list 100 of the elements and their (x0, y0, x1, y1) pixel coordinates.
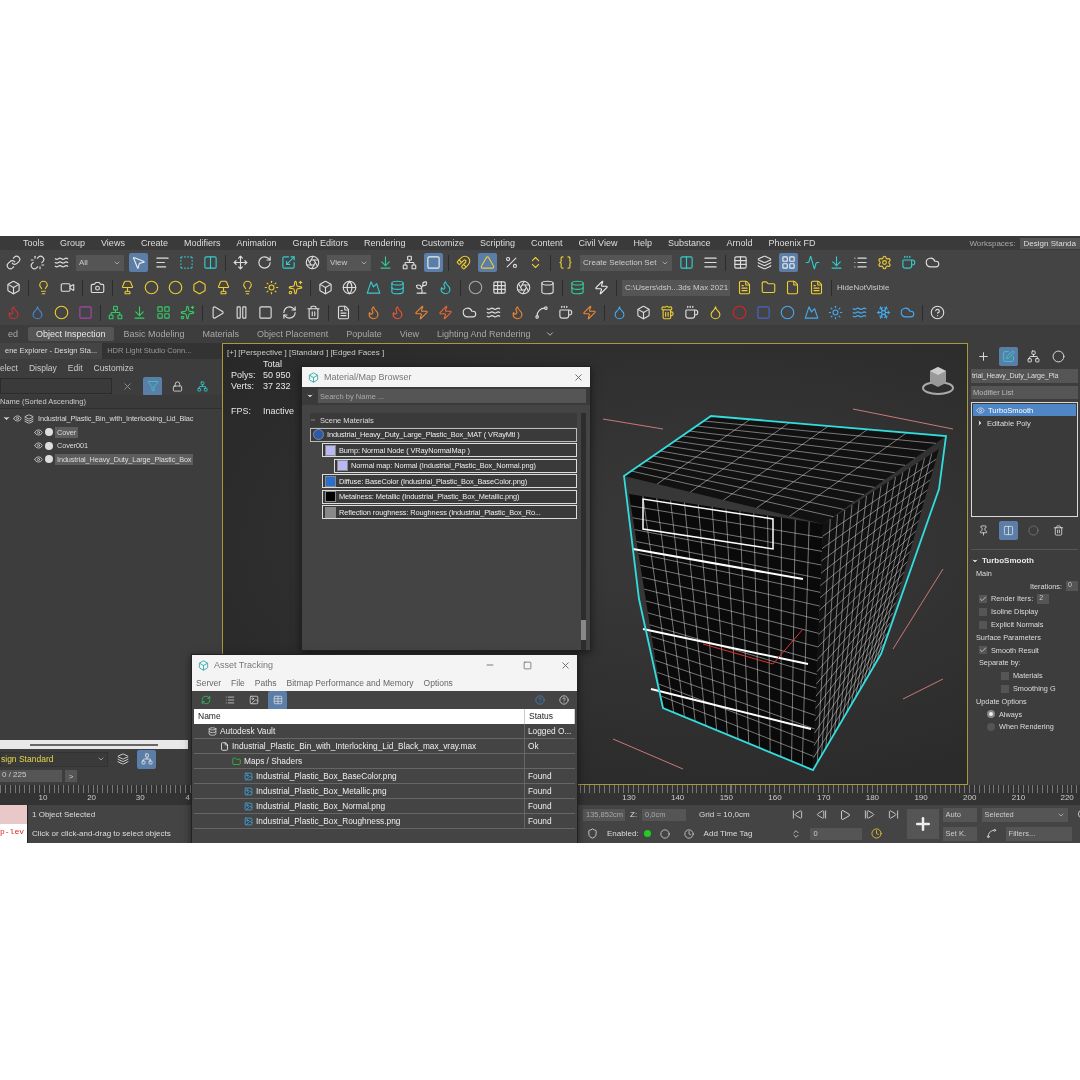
sphere-outline-icon[interactable] (466, 278, 485, 297)
dropdown[interactable]: Create Selection Set (580, 254, 672, 271)
table-icon[interactable] (731, 253, 750, 272)
stop-icon[interactable] (256, 303, 275, 322)
menu-item[interactable]: Arnold (718, 238, 761, 248)
server-icon[interactable] (568, 278, 587, 297)
menu-item[interactable]: Group (52, 238, 94, 248)
mountain-icon[interactable] (364, 278, 383, 297)
dashed-square-icon[interactable] (177, 253, 196, 272)
menu-item[interactable]: Display (28, 363, 62, 373)
scrollbar[interactable] (581, 413, 586, 650)
menu-item[interactable]: Animation (228, 238, 285, 248)
modify-icon[interactable] (999, 346, 1018, 366)
workspace-dropdown[interactable]: Design Standa (1019, 237, 1080, 249)
radio-button[interactable] (987, 722, 995, 731)
checkbox[interactable] (979, 607, 987, 616)
ribbon-tab[interactable]: Object Placement (249, 327, 337, 341)
hierarchy-icon[interactable] (400, 253, 419, 272)
menu-item[interactable]: File (231, 678, 245, 688)
menu-item[interactable]: Views (93, 238, 133, 248)
hierarchy-icon[interactable] (137, 749, 156, 769)
ribbon-tab[interactable]: ed (0, 327, 26, 341)
show-result-icon[interactable] (999, 520, 1018, 540)
column-header[interactable]: Status (525, 709, 575, 724)
nodes-icon[interactable] (106, 303, 125, 322)
coffee-icon[interactable] (682, 303, 701, 322)
burst-icon[interactable] (178, 303, 197, 322)
cube-icon[interactable] (316, 278, 335, 297)
sphere-icon[interactable] (166, 278, 185, 297)
globe-icon[interactable] (340, 278, 359, 297)
gear-icon[interactable] (875, 253, 894, 272)
menu-item[interactable]: Modifiers (175, 238, 229, 248)
quad-icon[interactable] (154, 303, 173, 322)
menu-item[interactable]: Civil View (570, 238, 626, 248)
maxscript-listener[interactable]: p-lev (0, 805, 28, 843)
ribbon-tab[interactable]: Basic Modeling (115, 327, 193, 341)
rollout-title[interactable]: TurboSmooth (971, 554, 1078, 567)
checkbox[interactable] (979, 646, 987, 655)
trail-icon[interactable] (532, 303, 551, 322)
script-button[interactable]: HideNotVisible (837, 283, 890, 292)
checkbox[interactable] (979, 620, 987, 629)
columns-icon[interactable] (201, 253, 220, 272)
radio-button[interactable] (987, 710, 995, 719)
scale-icon[interactable] (279, 253, 298, 272)
grid-icon[interactable] (779, 253, 798, 272)
close-icon[interactable] (573, 371, 584, 383)
menu-item[interactable]: Create (132, 238, 176, 248)
link-icon[interactable] (4, 253, 23, 272)
menu-item[interactable]: Options (423, 678, 453, 688)
cylinder-icon[interactable] (538, 278, 557, 297)
scrollbar[interactable] (0, 740, 188, 749)
help-icon[interactable] (928, 303, 947, 322)
menu-item[interactable]: Bitmap Performance and Memory (286, 678, 414, 688)
eye-icon[interactable] (34, 441, 43, 451)
square-icon[interactable] (424, 253, 443, 272)
checkbox[interactable] (979, 595, 987, 603)
ribbon-tab[interactable]: Populate (338, 327, 390, 341)
menu-item[interactable]: Phoenix FD (760, 238, 824, 248)
menu-item[interactable]: Graph Editors (284, 238, 356, 248)
box-icon[interactable] (4, 278, 23, 297)
ribbon-tab[interactable]: Lighting And Rendering (429, 327, 539, 341)
layer-dropdown[interactable]: sign Standard (0, 751, 108, 767)
close-icon[interactable] (560, 659, 571, 671)
sparkles-icon[interactable] (286, 278, 305, 297)
cup-icon[interactable] (556, 303, 575, 322)
magnet-icon[interactable] (454, 253, 473, 272)
move-icon[interactable] (231, 253, 250, 272)
layers-icon[interactable] (755, 253, 774, 272)
trash-icon[interactable] (304, 303, 323, 322)
menu-item[interactable]: Content (523, 238, 571, 248)
ribbon-tab[interactable]: Materials (194, 327, 248, 341)
dots-grid-icon[interactable] (490, 278, 509, 297)
eye-icon[interactable] (34, 427, 43, 437)
dropdown[interactable]: View (327, 254, 371, 271)
dropdown[interactable]: C:\Users\dsh...3ds Max 2021 (622, 279, 730, 296)
ribbon-tab[interactable]: Object Inspection (28, 327, 114, 341)
ribbon-tab[interactable]: View (391, 327, 428, 341)
replay-icon[interactable] (280, 303, 299, 322)
frame-counter-field[interactable]: 0 / 225 (0, 770, 62, 782)
menu-item[interactable]: Substance (659, 238, 719, 248)
rotate-icon[interactable] (255, 253, 274, 272)
column-header[interactable]: Name (194, 709, 525, 724)
menu-item[interactable]: Customize (93, 363, 139, 373)
menu-item[interactable]: Paths (254, 678, 277, 688)
menu-item[interactable]: Help (625, 238, 660, 248)
menu-item[interactable]: Rendering (356, 238, 414, 248)
set-key-large-button[interactable] (906, 809, 939, 839)
menu-item[interactable]: Customize (413, 238, 473, 248)
eye-icon[interactable] (34, 454, 43, 464)
menu-item[interactable]: Server (196, 678, 222, 688)
unlink-icon[interactable] (28, 253, 47, 272)
next-frame-button[interactable]: > (65, 770, 77, 782)
checkbox[interactable] (1001, 671, 1009, 680)
database-icon[interactable] (388, 278, 407, 297)
curve-icon[interactable] (803, 253, 822, 272)
beer-icon[interactable] (658, 303, 677, 322)
sun-icon[interactable] (262, 278, 281, 297)
menu-item[interactable]: Edit (67, 363, 88, 373)
menu-item[interactable]: Tools (15, 238, 52, 248)
caret-icon[interactable] (306, 392, 314, 400)
